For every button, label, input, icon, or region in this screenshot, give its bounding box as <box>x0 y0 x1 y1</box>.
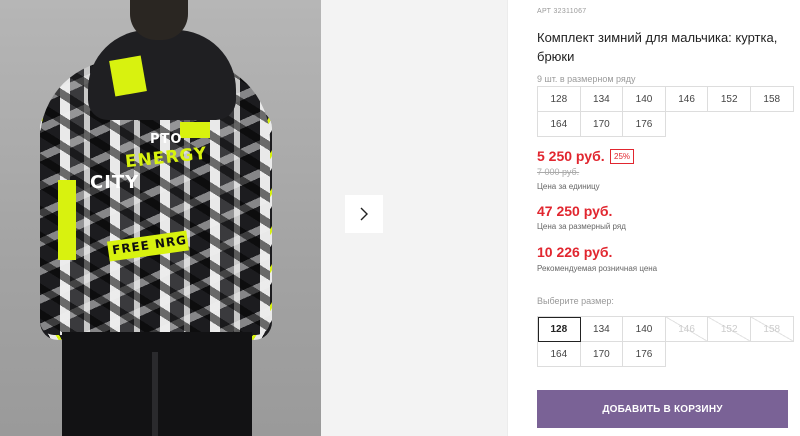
product-title: Комплект зимний для мальчика: куртка, бр… <box>537 30 778 64</box>
choose-size-label: Выберите размер: <box>537 296 614 306</box>
neon-patch <box>58 180 76 260</box>
jacket-hood <box>88 30 236 120</box>
column-divider <box>507 0 508 436</box>
pack-size-cell: 146 <box>665 87 709 112</box>
rrp-price: 10 226 руб. <box>537 244 613 260</box>
size-option[interactable]: 140 <box>623 317 666 342</box>
rrp-label: Рекомендуемая розничная цена <box>537 264 658 273</box>
pack-size-cell: 152 <box>708 87 751 112</box>
print-word: CITY <box>90 172 140 193</box>
size-option[interactable]: 134 <box>580 317 624 342</box>
pack-size-cell: 140 <box>623 87 666 112</box>
add-to-cart-button[interactable]: ДОБАВИТЬ В КОРЗИНУ <box>537 390 788 428</box>
article-label: АРТ <box>537 8 552 15</box>
pack-price-label: Цена за размерный ряд <box>537 222 626 231</box>
discount-badge: 25% <box>610 149 635 164</box>
pack-size-grid: 128 134 140 146 152 158 164 170 176 <box>537 86 794 137</box>
pack-size-cell: 164 <box>538 112 581 137</box>
size-option[interactable]: 170 <box>580 342 624 367</box>
neon-patch <box>180 122 210 138</box>
size-option[interactable]: 128 <box>538 317 581 342</box>
pack-size-cell: 134 <box>580 87 624 112</box>
size-option-unavailable: 152 <box>708 317 751 342</box>
chevron-right-icon <box>360 207 368 221</box>
pack-size-cell: 170 <box>580 112 624 137</box>
pack-price: 47 250 руб. <box>537 203 613 219</box>
size-picker: 128 134 140 146 152 158 164 170 176 <box>537 316 794 367</box>
article-number: АРТ 32311067 <box>537 8 586 15</box>
unit-price: 5 250 руб. <box>537 148 605 164</box>
size-option[interactable]: 176 <box>623 342 666 367</box>
size-option-unavailable: 146 <box>665 317 709 342</box>
size-option[interactable]: 164 <box>538 342 581 367</box>
pack-size-cell: 176 <box>623 112 666 137</box>
print-word: PTO <box>150 132 183 147</box>
old-price: 7 000 руб. <box>537 167 580 177</box>
product-photo: PTO ENERGY CITY FREE NRG <box>0 0 321 436</box>
unit-price-label: Цена за единицу <box>537 182 600 191</box>
pack-size-label: 9 шт. в размерном ряду <box>537 74 636 84</box>
pants-seam <box>152 352 158 436</box>
size-option-unavailable: 158 <box>750 317 794 342</box>
gallery-next-button[interactable] <box>345 195 383 233</box>
article-value: 32311067 <box>553 8 587 15</box>
pack-size-cell: 158 <box>750 87 794 112</box>
neon-patch <box>109 55 147 97</box>
pack-size-cell: 128 <box>538 87 581 112</box>
